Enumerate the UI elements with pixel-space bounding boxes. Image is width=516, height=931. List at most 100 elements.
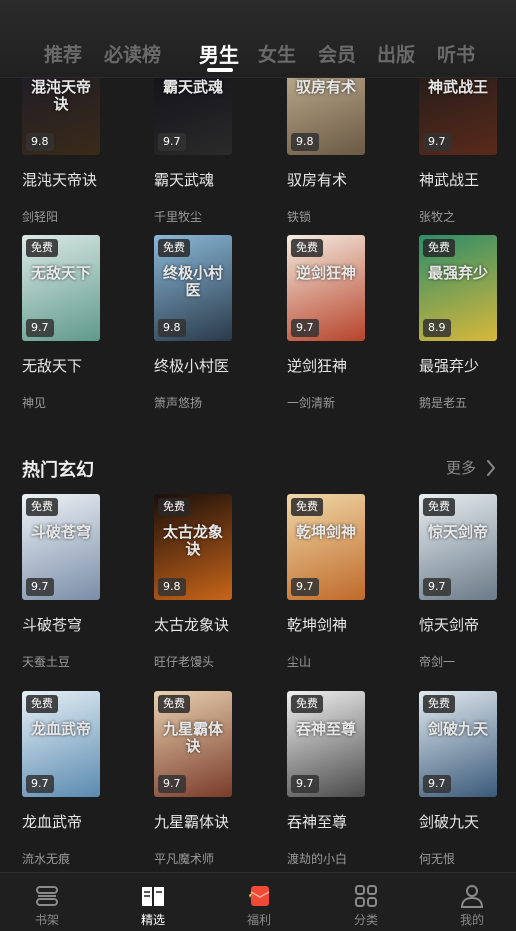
book-title[interactable]: 乾坤剑神 — [287, 614, 347, 635]
book-title[interactable]: 吞神至尊 — [287, 811, 347, 832]
book-title[interactable]: 最强弃少 — [419, 355, 479, 376]
free-badge: 免费 — [291, 498, 323, 516]
tab-publish[interactable]: 出版 — [377, 40, 415, 67]
cover-title-art: 惊天剑帝 — [427, 523, 488, 541]
book-author: 渡劫的小白 — [287, 852, 348, 866]
tab-must-read[interactable]: 必读榜 — [104, 40, 161, 67]
cover-title-art: 吞神至尊 — [295, 720, 356, 738]
section-title: 热门玄幻 — [22, 460, 94, 481]
rating-badge: 9.7 — [423, 578, 451, 596]
book-cover[interactable]: 逆剑狂神 免费 9.7 — [287, 235, 365, 341]
bottom-navigation: 书架 精选 福利 分类 我的 — [0, 872, 516, 931]
book-cover[interactable]: 霸天武魂 9.7 — [154, 78, 232, 155]
tab-recommend[interactable]: 推荐 — [44, 40, 82, 67]
cover-title-art: 无敌天下 — [30, 264, 91, 282]
book-title[interactable]: 霸天武魂 — [154, 169, 214, 190]
book-title[interactable]: 无敌天下 — [22, 355, 82, 376]
free-badge: 免费 — [423, 695, 455, 713]
book-cover[interactable]: 神武战王 9.7 — [419, 78, 497, 155]
tab-audiobook[interactable]: 听书 — [437, 40, 475, 67]
book-cover[interactable]: 剑破九天 免费 9.7 — [419, 691, 497, 797]
cover-title-art: 混沌天帝诀 — [30, 78, 91, 113]
free-badge: 免费 — [423, 239, 455, 257]
book-title[interactable]: 终极小村医 — [154, 355, 229, 376]
book-cover[interactable]: 驭房有术 9.8 — [287, 78, 365, 155]
nav-category[interactable]: 分类 — [326, 873, 406, 931]
cover-title-art: 终极小村医 — [162, 264, 223, 299]
nav-welfare[interactable]: 福利 — [219, 873, 299, 931]
book-title[interactable]: 剑破九天 — [419, 811, 479, 832]
rating-badge: 9.7 — [291, 578, 319, 596]
book-card[interactable]: 吞神至尊 免费 9.7 吞神至尊渡劫的小白 — [287, 691, 387, 872]
book-card[interactable]: 龙血武帝 免费 9.7 龙血武帝 流水无痕 — [22, 691, 122, 872]
book-author: 铁锁 — [287, 210, 312, 224]
book-title[interactable]: 龙血武帝 — [22, 811, 82, 832]
book-row-4: 龙血武帝 免费 9.7 龙血武帝 流水无痕 九星霸体诀 免费 9.7 九星霸体诀 平凡魔术师 吞神至… — [0, 691, 516, 872]
book-card[interactable]: 无敌天下 免费 9.7 无敌天下 神见 — [22, 235, 122, 425]
rating-badge: 9.7 — [423, 775, 451, 793]
book-author: 何无恨 — [419, 852, 456, 866]
rating-badge: 9.7 — [423, 133, 451, 151]
book-title[interactable]: 逆剑狂神 — [287, 355, 347, 376]
book-card[interactable]: 最强弃少 免费 8.9 最强弃少 鹅是老五 — [419, 235, 516, 425]
book-card[interactable]: 霸天武魂 9.7 霸天武魂 千里牧尘 — [154, 78, 254, 239]
book-card[interactable]: 终极小村医 免费 9.8 终极小村医 箫声悠扬 — [154, 235, 254, 425]
book-feed[interactable]: 混沌天帝诀 9.8 混沌天帝诀 剑轻阳 霸天武魂 9.7 霸天武魂 千里牧尘 驭房有术 9.8 驭房… — [0, 78, 516, 872]
book-cover[interactable]: 混沌天帝诀 9.8 — [22, 78, 100, 155]
book-author: 天蚕土豆 — [22, 655, 71, 669]
book-card[interactable]: 神武战王 9.7 神武战王 张牧之 — [419, 78, 516, 239]
more-button[interactable]: 更多 — [446, 457, 496, 478]
nav-label: 我的 — [459, 913, 484, 927]
book-cover[interactable]: 九星霸体诀 免费 9.7 — [154, 691, 232, 797]
book-cover[interactable]: 龙血武帝 免费 9.7 — [22, 691, 100, 797]
free-badge: 免费 — [291, 695, 323, 713]
book-card[interactable]: 混沌天帝诀 9.8 混沌天帝诀 剑轻阳 — [22, 78, 122, 239]
nav-featured[interactable]: 精选 — [113, 873, 193, 931]
book-cover[interactable]: 太古龙象诀 免费 9.8 — [154, 494, 232, 600]
book-card[interactable]: 太古龙象诀 免费 9.8 太古龙象诀 旺仔老馒头 — [154, 494, 254, 684]
book-card[interactable]: 九星霸体诀 免费 9.7 九星霸体诀 平凡魔术师 — [154, 691, 254, 872]
book-title[interactable]: 混沌天帝诀 — [22, 169, 97, 190]
nav-label: 精选 — [140, 913, 165, 927]
book-title[interactable]: 驭房有术 — [287, 169, 347, 190]
cover-title-art: 霸天武魂 — [162, 78, 223, 96]
book-title[interactable]: 太古龙象诀 — [154, 614, 229, 635]
book-title[interactable]: 神武战王 — [419, 169, 479, 190]
cover-title-art: 剑破九天 — [427, 720, 488, 738]
tab-vip[interactable]: 会员 — [318, 40, 356, 67]
nav-bookshelf[interactable]: 书架 — [7, 873, 87, 931]
book-author: 剑轻阳 — [22, 210, 59, 224]
book-author: 神见 — [22, 396, 47, 410]
book-cover[interactable]: 乾坤剑神 免费 9.7 — [287, 494, 365, 600]
cover-title-art: 斗破苍穹 — [30, 523, 91, 541]
book-cover[interactable]: 吞神至尊 免费 9.7 — [287, 691, 365, 797]
cover-title-art: 九星霸体诀 — [162, 720, 223, 755]
book-card[interactable]: 驭房有术 9.8 驭房有术铁锁 — [287, 78, 387, 239]
book-cover[interactable]: 最强弃少 免费 8.9 — [419, 235, 497, 341]
book-cover[interactable]: 惊天剑帝 免费 9.7 — [419, 494, 497, 600]
book-title[interactable]: 九星霸体诀 — [154, 811, 229, 832]
cover-title-art: 最强弃少 — [427, 264, 488, 282]
book-card[interactable]: 斗破苍穹 免费 9.7 斗破苍穹 天蚕土豆 — [22, 494, 122, 684]
free-badge: 免费 — [158, 239, 190, 257]
tab-male[interactable]: 男生 — [199, 39, 239, 68]
book-card[interactable]: 惊天剑帝 免费 9.7 惊天剑帝 帝剑一 — [419, 494, 516, 684]
nav-profile[interactable]: 我的 — [432, 873, 512, 931]
rating-badge: 9.7 — [158, 133, 186, 151]
book-card[interactable]: 剑破九天 免费 9.7 剑破九天何无恨 — [419, 691, 516, 872]
book-author: 箫声悠扬 — [154, 396, 203, 410]
book-cover[interactable]: 终极小村医 免费 9.8 — [154, 235, 232, 341]
book-title[interactable]: 惊天剑帝 — [419, 614, 479, 635]
rating-badge: 9.7 — [291, 775, 319, 793]
book-card[interactable]: 逆剑狂神 免费 9.7 逆剑狂神 一剑清新 — [287, 235, 387, 425]
book-cover[interactable]: 斗破苍穹 免费 9.7 — [22, 494, 100, 600]
book-author: 平凡魔术师 — [154, 852, 215, 866]
book-title[interactable]: 斗破苍穹 — [22, 614, 82, 635]
book-card[interactable]: 乾坤剑神 免费 9.7 乾坤剑神 尘山 — [287, 494, 387, 684]
free-badge: 免费 — [158, 498, 190, 516]
book-cover[interactable]: 无敌天下 免费 9.7 — [22, 235, 100, 341]
rating-badge: 9.7 — [26, 319, 54, 337]
cover-title-art: 乾坤剑神 — [295, 523, 356, 541]
tab-female[interactable]: 女生 — [258, 40, 296, 67]
book-row-3: 斗破苍穹 免费 9.7 斗破苍穹 天蚕土豆 太古龙象诀 免费 9.8 太古龙象诀 旺仔老馒头 乾坤剑… — [0, 494, 516, 684]
